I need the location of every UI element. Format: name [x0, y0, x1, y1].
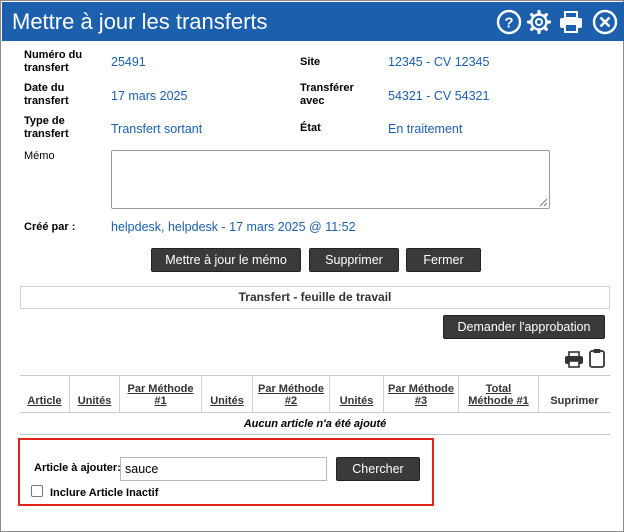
column-header-article[interactable]: Article	[20, 376, 70, 413]
title-bar: Mettre à jour les transferts ?	[2, 2, 624, 41]
created-by-label: Créé par :	[24, 221, 76, 233]
worksheet-title: Transfert - feuille de travail	[20, 286, 610, 309]
transfer-with-value: 54321 - CV 54321	[388, 89, 490, 103]
print-worksheet-icon[interactable]	[564, 350, 584, 368]
site-label: Site	[300, 56, 321, 68]
column-header-delete: Suprimer	[550, 395, 599, 407]
close-icon[interactable]	[592, 9, 618, 35]
column-header-method-3[interactable]: Par Méthode #3	[384, 376, 459, 413]
add-item-label: Article à ajouter:	[34, 462, 121, 474]
column-header-units-1[interactable]: Unités	[70, 376, 120, 413]
gear-icon[interactable]	[526, 9, 552, 35]
update-transfers-window: Mettre à jour les transferts ? Numéro du…	[0, 0, 624, 532]
state-label: État	[300, 122, 321, 134]
site-value: 12345 - CV 12345	[388, 55, 490, 69]
add-item-input[interactable]	[120, 457, 327, 481]
clipboard-icon[interactable]	[588, 348, 606, 368]
svg-text:?: ?	[504, 15, 513, 32]
close-button[interactable]: Fermer	[406, 248, 481, 272]
column-header-method-1[interactable]: Par Méthode #1	[120, 376, 202, 413]
created-by-value: helpdesk, helpdesk - 17 mars 2025 @ 11:5…	[111, 220, 356, 234]
state-value: En traitement	[388, 122, 463, 136]
request-approval-button[interactable]: Demander l'approbation	[443, 315, 605, 339]
column-header-total-method-1[interactable]: Total Méthode #1	[459, 376, 539, 413]
delete-button[interactable]: Supprimer	[309, 248, 399, 272]
include-inactive-checkbox[interactable]	[31, 485, 43, 497]
column-header-units-3[interactable]: Unités	[330, 376, 384, 413]
column-header-method-2[interactable]: Par Méthode #2	[253, 376, 330, 413]
transfer-date-label: Date du transfert	[24, 82, 69, 107]
include-inactive-label: Inclure Article Inactif	[50, 487, 159, 499]
search-button[interactable]: Chercher	[336, 457, 420, 481]
window-title: Mettre à jour les transferts	[12, 9, 268, 34]
transfer-number-label: Numéro du transfert	[24, 49, 83, 74]
transfer-type-label: Type de transfert	[24, 115, 69, 140]
transfer-date-value: 17 mars 2025	[111, 89, 188, 103]
memo-label: Mémo	[24, 150, 55, 162]
memo-textarea[interactable]	[111, 150, 550, 209]
help-icon[interactable]: ?	[496, 9, 522, 35]
transfer-with-label: Transférer avec	[300, 82, 354, 107]
update-memo-button[interactable]: Mettre à jour le mémo	[151, 248, 301, 272]
empty-table-message: Aucun article n'a été ajouté	[20, 413, 610, 435]
column-header-units-2[interactable]: Unités	[202, 376, 253, 413]
transfer-type-value: Transfert sortant	[111, 122, 203, 136]
transfer-number-value: 25491	[111, 55, 146, 69]
print-icon[interactable]	[558, 9, 584, 35]
resize-handle-icon[interactable]	[539, 198, 548, 207]
worksheet-table-header: Article Unités Par Méthode #1 Unités Par…	[20, 375, 610, 413]
